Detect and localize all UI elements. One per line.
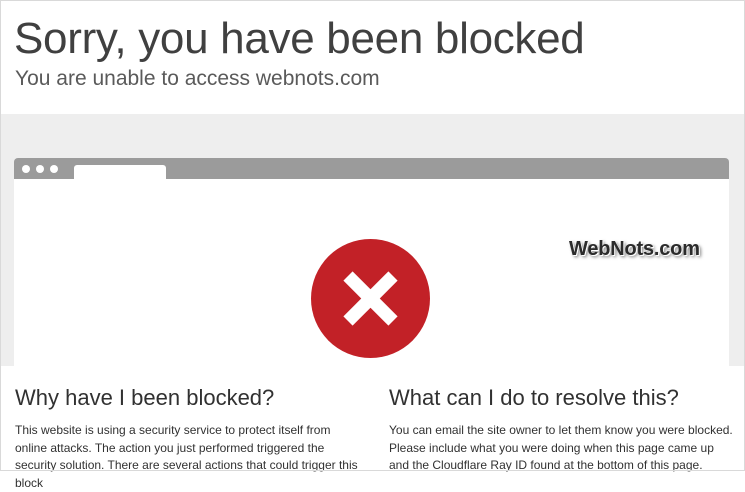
watermark-logo: WebNots.com	[569, 238, 700, 260]
window-dot-icon	[50, 165, 58, 173]
blocked-x-icon	[311, 239, 430, 358]
page-subtitle: You are unable to access webnots.com	[15, 67, 380, 90]
browser-tab	[74, 165, 166, 179]
why-blocked-text: This website is using a security service…	[15, 423, 358, 490]
why-blocked-heading: Why have I been blocked?	[15, 385, 275, 410]
page-header: Sorry, you have been blocked You are una…	[0, 0, 745, 114]
resolve-text: You can email the site owner to let them…	[389, 423, 733, 472]
window-dot-icon	[36, 165, 44, 173]
page-title: Sorry, you have been blocked	[14, 14, 585, 63]
window-dot-icon	[22, 165, 30, 173]
resolve-heading: What can I do to resolve this?	[389, 385, 679, 410]
